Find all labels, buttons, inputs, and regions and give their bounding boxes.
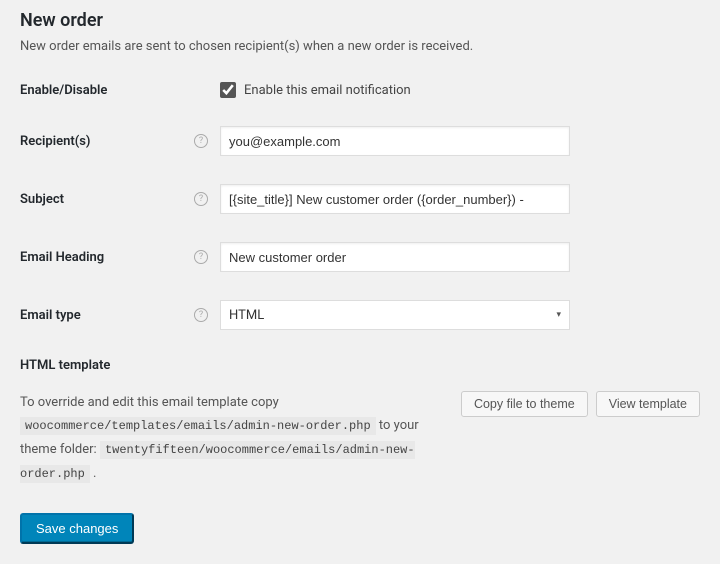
label-email-type: Email type ? [20,308,220,323]
row-email-type: Email type ? HTML ▾ [20,300,700,330]
help-icon[interactable]: ? [194,250,208,264]
view-template-button[interactable]: View template [596,391,700,417]
enable-checkbox-wrap[interactable]: Enable this email notification [220,82,570,98]
template-buttons: Copy file to theme View template [461,391,700,417]
enable-checkbox-label: Enable this email notification [244,83,411,98]
template-src-code: woocommerce/templates/emails/admin-new-o… [20,417,376,435]
row-recipients: Recipient(s) ? [20,126,700,156]
label-subject: Subject ? [20,192,220,207]
copy-file-button[interactable]: Copy file to theme [461,391,588,417]
row-email-heading: Email Heading ? [20,242,700,272]
label-email-heading: Email Heading ? [20,250,220,265]
help-icon[interactable]: ? [194,308,208,322]
recipients-input[interactable] [220,126,570,156]
html-template-heading: HTML template [20,358,700,373]
help-icon[interactable]: ? [194,192,208,206]
email-type-select[interactable]: HTML ▾ [220,300,570,330]
label-enable-disable: Enable/Disable [20,83,220,98]
page-title: New order [20,10,700,31]
email-heading-input[interactable] [220,242,570,272]
page-description: New order emails are sent to chosen reci… [20,39,700,54]
help-icon[interactable]: ? [194,134,208,148]
save-changes-button[interactable]: Save changes [20,513,134,544]
subject-input[interactable] [220,184,570,214]
template-section: To override and edit this email template… [20,391,700,485]
chevron-down-icon: ▾ [556,310,561,320]
email-type-value: HTML [229,308,264,323]
template-text: To override and edit this email template… [20,391,441,485]
label-recipients: Recipient(s) ? [20,134,220,149]
row-enable-disable: Enable/Disable Enable this email notific… [20,82,700,98]
enable-checkbox[interactable] [220,82,236,98]
row-subject: Subject ? [20,184,700,214]
